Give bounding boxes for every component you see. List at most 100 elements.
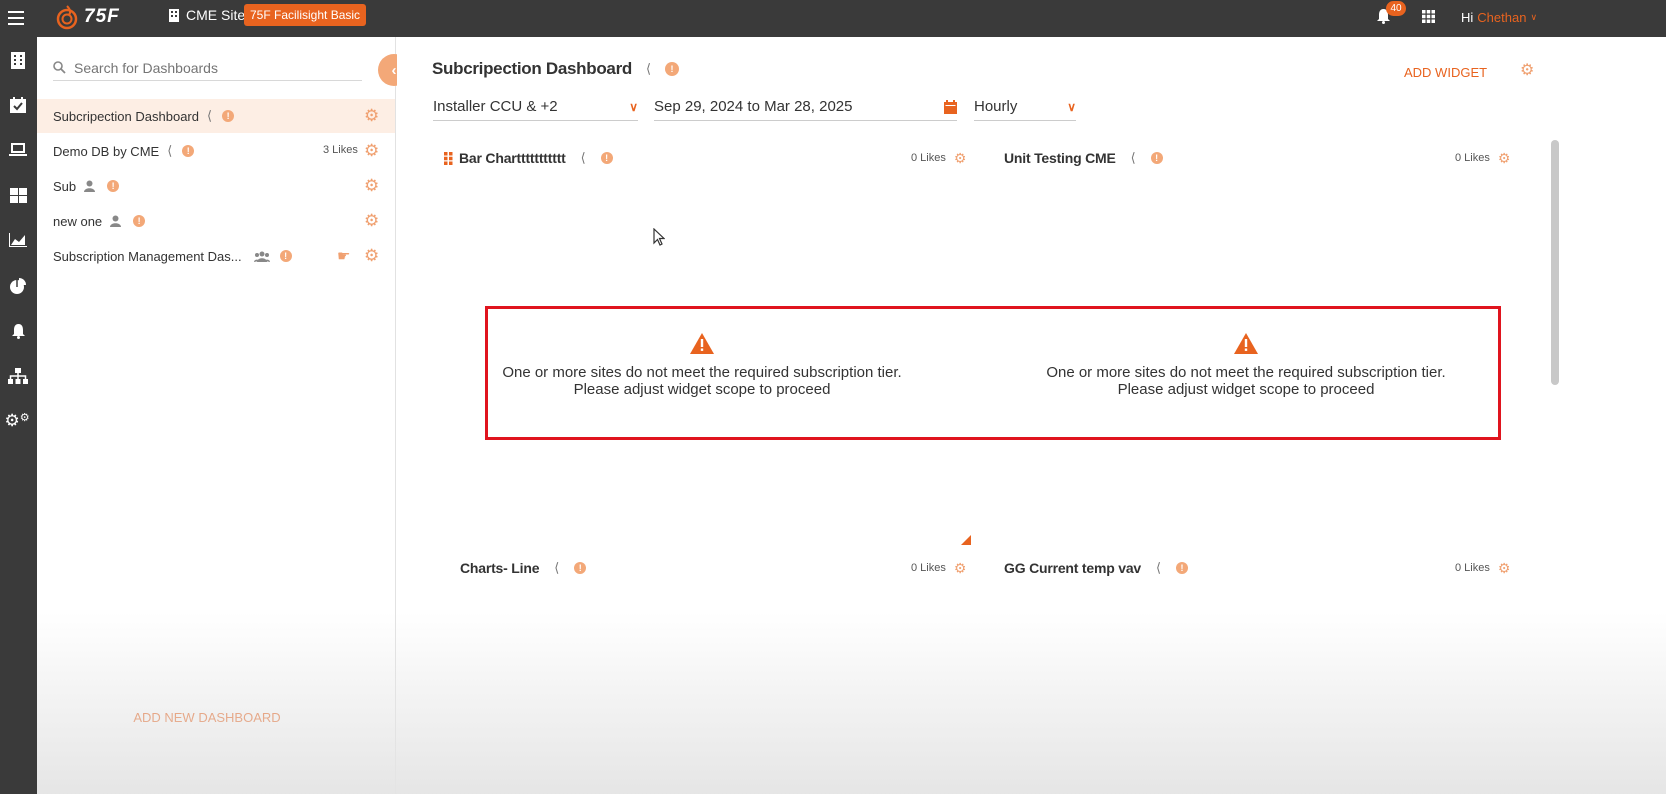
bell-nav-icon[interactable] <box>6 321 30 341</box>
sidebar-item-label: new one <box>53 213 103 229</box>
sidebar-item-subcripection-dashboard[interactable]: Subcripection Dashboard ⟨ ! ⚙ <box>37 99 395 133</box>
apps-grid-icon[interactable] <box>1422 10 1436 24</box>
gear-icon[interactable]: ⚙ <box>954 561 967 575</box>
interval-value: Hourly <box>974 98 1018 115</box>
share-icon[interactable]: ⟨ <box>646 61 651 77</box>
calendar-icon <box>944 99 957 114</box>
user-menu[interactable]: Hi Chethan ∨ <box>1461 10 1537 25</box>
info-icon[interactable]: ! <box>222 110 235 122</box>
date-range-picker[interactable]: Sep 29, 2024 to Mar 28, 2025 <box>654 93 957 121</box>
widget-likes: 0 Likes ⚙ <box>1455 151 1510 165</box>
widget-likes: 0 Likes ⚙ <box>911 561 966 575</box>
likes-count: 0 Likes <box>1455 562 1490 574</box>
mouse-cursor-icon <box>653 228 665 246</box>
widget-header-unit-testing: Unit Testing CME ⟨ ! <box>1004 150 1163 166</box>
sidebar-item-new-one[interactable]: new one ! ⚙ <box>37 204 395 238</box>
info-icon[interactable]: ! <box>600 152 613 164</box>
group-icon <box>253 251 270 262</box>
gear-icon[interactable]: ⚙ <box>364 142 379 159</box>
plan-badge: 75F Facilisight Basic <box>244 4 367 26</box>
date-range-value: Sep 29, 2024 to Mar 28, 2025 <box>654 98 853 115</box>
notification-badge: 40 <box>1386 1 1406 16</box>
sidebar-item-demo-db-by-cme[interactable]: Demo DB by CME ⟨ ! 3 Likes ⚙ <box>37 134 395 168</box>
sidebar-item-subscription-management[interactable]: Subscription Management Das... ! ☛ ⚙ <box>37 239 395 273</box>
share-icon[interactable]: ⟨ <box>581 150 586 166</box>
dashboard-icon[interactable] <box>6 185 30 205</box>
chart-icon[interactable] <box>6 230 30 250</box>
site-selector[interactable]: CME Site <box>169 7 245 23</box>
widget-likes: 0 Likes ⚙ <box>1455 561 1510 575</box>
settings-icon[interactable]: ⚙ ⚙ <box>4 411 30 431</box>
gear-icon[interactable]: ⚙ <box>364 177 379 194</box>
chevron-down-icon: ∨ <box>629 99 638 114</box>
gear-icon[interactable]: ⚙ <box>1498 151 1511 165</box>
warning-icon <box>1234 333 1258 354</box>
warning-icon <box>690 333 714 354</box>
scope-select[interactable]: Installer CCU & +2 ∨ <box>433 93 638 121</box>
gear-icon[interactable]: ⚙ <box>364 247 379 264</box>
top-bar: 75F CME Site 75F Facilisight Basic 40 Hi… <box>0 0 1666 37</box>
share-icon[interactable]: ⟨ <box>554 560 559 576</box>
warning-message-right: One or more sites do not meet the requir… <box>1026 364 1466 398</box>
likes-count: 0 Likes <box>1455 152 1490 164</box>
share-icon[interactable]: ⟨ <box>167 143 172 159</box>
search-icon <box>53 61 66 74</box>
monitor-icon[interactable] <box>6 140 30 160</box>
gear-icon[interactable]: ⚙ <box>954 151 967 165</box>
sidebar-item-sub[interactable]: Sub ! ⚙ <box>37 169 395 203</box>
chevron-down-icon: ∨ <box>1067 99 1076 114</box>
gear-icon[interactable]: ⚙ <box>364 212 379 229</box>
warning-line-2: Please adjust widget scope to proceed <box>1117 381 1375 398</box>
add-new-dashboard-button[interactable]: ADD NEW DASHBOARD <box>37 710 377 725</box>
warning-line-1: One or more sites do not meet the requir… <box>1046 364 1446 381</box>
add-widget-button[interactable]: ADD WIDGET <box>1404 65 1487 80</box>
notifications-button[interactable]: 40 <box>1376 1 1406 26</box>
sidebar-item-label: Demo DB by CME <box>53 143 160 159</box>
hierarchy-icon[interactable] <box>6 366 30 386</box>
gear-icon[interactable]: ⚙ <box>1498 561 1511 575</box>
info-icon[interactable]: ! <box>665 62 680 76</box>
share-icon[interactable]: ⟨ <box>207 108 212 124</box>
scope-value: Installer CCU & +2 <box>433 98 558 115</box>
info-icon[interactable]: ! <box>574 562 587 574</box>
warning-line-2: Please adjust widget scope to proceed <box>573 381 831 398</box>
widget-title: GG Current temp vav <box>1004 560 1142 576</box>
user-icon <box>110 215 122 227</box>
info-icon[interactable]: ! <box>1150 152 1163 164</box>
info-icon[interactable]: ! <box>1175 562 1188 574</box>
widget-title: Bar Charttttttttttt <box>459 150 566 166</box>
main-scrollbar[interactable] <box>1551 140 1559 385</box>
like-thumb-icon[interactable]: ☛ <box>337 247 350 265</box>
info-icon[interactable]: ! <box>107 180 120 192</box>
drag-handle-icon[interactable] <box>444 151 453 165</box>
greeting-text: Hi <box>1461 10 1474 25</box>
widget-header-charts-line: Charts- Line ⟨ ! <box>460 560 587 576</box>
info-icon[interactable]: ! <box>133 215 146 227</box>
resize-handle-icon[interactable] <box>961 535 971 545</box>
search-input[interactable] <box>74 59 354 76</box>
building-small-icon <box>169 8 179 22</box>
share-icon[interactable]: ⟨ <box>1156 560 1161 576</box>
gear-icon[interactable]: ⚙ <box>364 107 379 124</box>
dashboard-header: Subcripection Dashboard ⟨ ! <box>432 59 680 79</box>
calendar-icon[interactable] <box>6 95 30 115</box>
dashboard-settings-gear-icon[interactable]: ⚙ <box>1520 63 1534 79</box>
widget-header-gg-current-temp: GG Current temp vav ⟨ ! <box>1004 560 1188 576</box>
info-icon[interactable]: ! <box>279 250 292 262</box>
user-name: Chethan <box>1477 10 1527 25</box>
pie-icon[interactable] <box>6 276 30 296</box>
likes-count: 3 Likes <box>323 144 358 156</box>
warning-line-1: One or more sites do not meet the requir… <box>502 364 902 381</box>
menu-icon[interactable] <box>6 8 26 28</box>
brand-logo[interactable]: 75F <box>56 4 120 30</box>
sidebar-item-label: Sub <box>53 178 77 194</box>
subscription-warning-highlight: One or more sites do not meet the requir… <box>485 306 1501 440</box>
search-box[interactable] <box>53 55 362 81</box>
building-icon[interactable] <box>6 50 30 70</box>
brand-name: 75F <box>84 6 120 27</box>
share-icon[interactable]: ⟨ <box>1131 150 1136 166</box>
chevron-left-icon: ‹ <box>391 61 397 79</box>
interval-select[interactable]: Hourly ∨ <box>974 93 1076 121</box>
sidebar-item-label: Subcripection Dashboard <box>53 108 199 124</box>
info-icon[interactable]: ! <box>182 145 195 157</box>
